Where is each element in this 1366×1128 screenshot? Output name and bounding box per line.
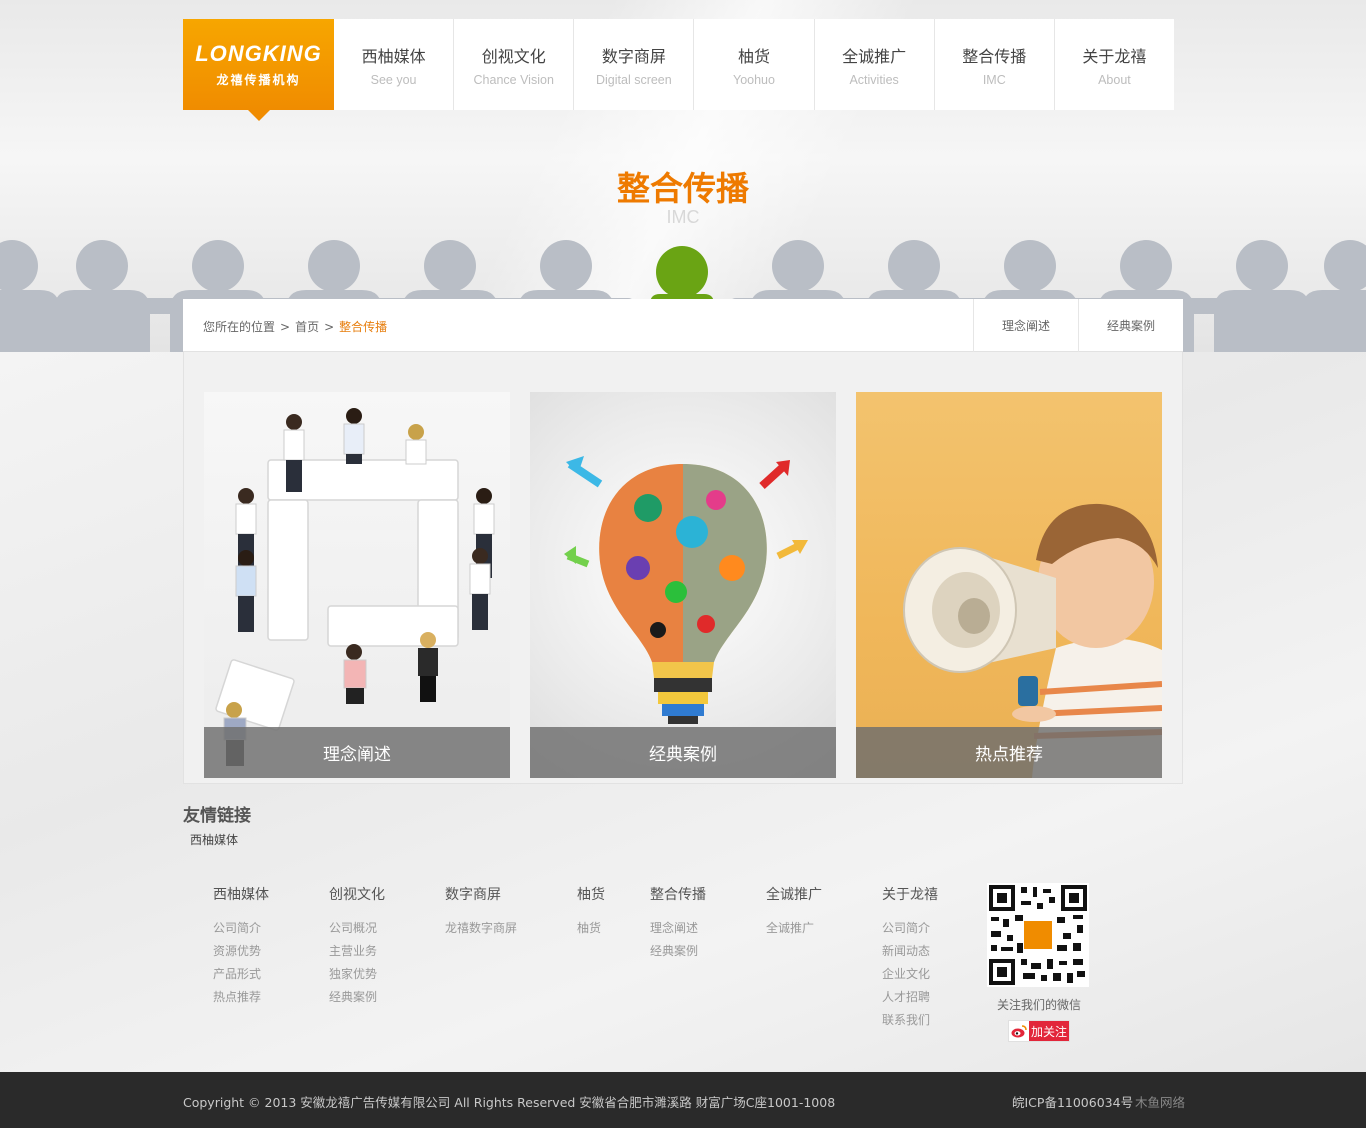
nav-item-yoohuo[interactable]: 柚货 Yoohuo bbox=[694, 19, 815, 110]
footer-link[interactable]: 主营业务 bbox=[329, 940, 385, 963]
nav-item-imc[interactable]: 整合传播 IMC bbox=[935, 19, 1055, 110]
nav-label: 数字商屏 bbox=[601, 46, 666, 66]
footer-column-activities: 全诚推广 全诚推广 bbox=[766, 884, 822, 940]
nav-label-en: See you bbox=[370, 72, 417, 87]
breadcrumb-prefix: 您所在的位置 bbox=[203, 320, 276, 334]
weibo-icon bbox=[1009, 1021, 1029, 1041]
sub-nav: 理念阐述 经典案例 bbox=[973, 299, 1183, 352]
nav-label: 柚货 bbox=[737, 46, 770, 66]
card-cases[interactable]: 经典案例 bbox=[530, 392, 836, 778]
nav-item-digital-screen[interactable]: 数字商屏 Digital screen bbox=[574, 19, 695, 110]
site-footer: Copyright © 2013 安徽龙禧广告传媒有限公司 All Rights… bbox=[0, 1072, 1366, 1128]
footer-link[interactable]: 联系我们 bbox=[882, 1009, 938, 1032]
friend-link[interactable]: 西柚媒体 bbox=[190, 831, 238, 848]
footer-icp-link[interactable]: 皖ICP备11006034号 bbox=[1012, 1092, 1133, 1111]
subnav-item-concept[interactable]: 理念阐述 bbox=[973, 299, 1078, 352]
footer-column-see-you: 西柚媒体 公司简介 资源优势 产品形式 热点推荐 bbox=[213, 884, 269, 1009]
footer-link[interactable]: 公司简介 bbox=[882, 917, 938, 940]
nav-label: 创视文化 bbox=[481, 46, 546, 66]
nav-label: 西柚媒体 bbox=[361, 46, 426, 66]
footer-column-heading[interactable]: 整合传播 bbox=[650, 884, 706, 904]
footer-link[interactable]: 热点推荐 bbox=[213, 986, 269, 1009]
logo-pointer-arrow bbox=[248, 110, 270, 121]
breadcrumb-current: 整合传播 bbox=[339, 320, 388, 334]
nav-label-en: IMC bbox=[982, 72, 1006, 87]
wechat-label: 关注我们的微信 bbox=[997, 998, 1082, 1012]
footer-column-imc: 整合传播 理念阐述 经典案例 bbox=[650, 884, 706, 963]
footer-column-digital-screen: 数字商屏 龙禧数字商屏 bbox=[445, 884, 517, 940]
idea-bulb-image bbox=[564, 456, 808, 724]
footer-link[interactable]: 产品形式 bbox=[213, 963, 269, 986]
card-caption: 经典案例 bbox=[530, 727, 836, 778]
footer-link[interactable]: 新闻动态 bbox=[882, 940, 938, 963]
friend-links-title: 友情链接 bbox=[183, 806, 251, 826]
footer-link[interactable]: 经典案例 bbox=[650, 940, 706, 963]
logo-subtitle: 龙禧传播机构 bbox=[216, 73, 301, 87]
footer-link[interactable]: 公司简介 bbox=[213, 917, 269, 940]
content-panel: 理念阐述 经典案例 热点推荐 bbox=[183, 352, 1183, 784]
footer-column-heading[interactable]: 柚货 bbox=[577, 884, 605, 904]
footer-link[interactable]: 人才招聘 bbox=[882, 986, 938, 1009]
breadcrumb-separator: > bbox=[280, 320, 291, 334]
card-caption: 理念阐述 bbox=[204, 727, 510, 778]
nav-label-en: Digital screen bbox=[595, 72, 672, 87]
weibo-follow-button[interactable]: 加关注 bbox=[1008, 1020, 1070, 1042]
breadcrumb-home-link[interactable]: 首页 bbox=[295, 320, 319, 334]
logo-brand: LONGKING bbox=[195, 41, 322, 66]
footer-link[interactable]: 经典案例 bbox=[329, 986, 385, 1009]
footer-column-heading[interactable]: 西柚媒体 bbox=[213, 884, 269, 904]
wechat-qr-code bbox=[987, 883, 1089, 987]
footer-link[interactable]: 企业文化 bbox=[882, 963, 938, 986]
nav-label: 整合传播 bbox=[962, 46, 1027, 66]
card-hot[interactable]: 热点推荐 bbox=[856, 392, 1162, 778]
footer-column-chance-vision: 创视文化 公司概况 主营业务 独家优势 经典案例 bbox=[329, 884, 385, 1009]
nav-item-see-you[interactable]: 西柚媒体 See you bbox=[334, 19, 455, 110]
page-subtitle: IMC bbox=[666, 207, 700, 227]
footer-link[interactable]: 全诚推广 bbox=[766, 917, 822, 940]
footer-link[interactable]: 龙禧数字商屏 bbox=[445, 917, 517, 940]
footer-link[interactable]: 公司概况 bbox=[329, 917, 385, 940]
page-title: 整合传播 bbox=[617, 169, 749, 208]
nav-label: 关于龙禧 bbox=[1082, 46, 1147, 66]
footer-link[interactable]: 资源优势 bbox=[213, 940, 269, 963]
footer-column-heading[interactable]: 关于龙禧 bbox=[882, 884, 938, 904]
breadcrumb-bar: 您所在的位置 > 首页 > 整合传播 理念阐述 经典案例 bbox=[183, 299, 1183, 352]
footer-link[interactable]: 理念阐述 bbox=[650, 917, 706, 940]
footer-column-heading[interactable]: 全诚推广 bbox=[766, 884, 822, 904]
footer-column-heading[interactable]: 创视文化 bbox=[329, 884, 385, 904]
nav-item-about[interactable]: 关于龙禧 About bbox=[1055, 19, 1174, 110]
nav-item-activities[interactable]: 全诚推广 Activities bbox=[815, 19, 935, 110]
main-nav: 西柚媒体 See you 创视文化 Chance Vision 数字商屏 Dig… bbox=[334, 19, 1174, 110]
footer-link[interactable]: 独家优势 bbox=[329, 963, 385, 986]
nav-item-chance-vision[interactable]: 创视文化 Chance Vision bbox=[454, 19, 575, 110]
qr-code-icon bbox=[987, 883, 1089, 987]
breadcrumb: 您所在的位置 > 首页 > 整合传播 bbox=[203, 318, 387, 335]
puzzle-team-image bbox=[215, 408, 495, 766]
nav-label-en: Chance Vision bbox=[473, 72, 554, 87]
nav-label-en: Yoohuo bbox=[733, 72, 775, 87]
logo[interactable]: LONGKING 龙禧传播机构 bbox=[183, 19, 334, 110]
subnav-item-cases[interactable]: 经典案例 bbox=[1078, 299, 1183, 352]
breadcrumb-separator: > bbox=[324, 320, 335, 334]
footer-link[interactable]: 柚货 bbox=[577, 917, 605, 940]
footer-column-yoohuo: 柚货 柚货 bbox=[577, 884, 605, 940]
footer-column-about: 关于龙禧 公司简介 新闻动态 企业文化 人才招聘 联系我们 bbox=[882, 884, 938, 1032]
megaphone-boy-image bbox=[903, 503, 1162, 778]
footer-copyright: Copyright © 2013 安徽龙禧广告传媒有限公司 All Rights… bbox=[183, 1095, 836, 1110]
footer-maker-link[interactable]: 木鱼网络 bbox=[1135, 1092, 1185, 1111]
card-concept[interactable]: 理念阐述 bbox=[204, 392, 510, 778]
nav-label: 全诚推广 bbox=[842, 46, 907, 66]
nav-label-en: Activities bbox=[849, 72, 899, 87]
footer-column-heading[interactable]: 数字商屏 bbox=[445, 884, 517, 904]
card-caption: 热点推荐 bbox=[856, 727, 1162, 778]
nav-label-en: About bbox=[1098, 72, 1131, 87]
weibo-follow-label: 加关注 bbox=[1029, 1021, 1069, 1041]
